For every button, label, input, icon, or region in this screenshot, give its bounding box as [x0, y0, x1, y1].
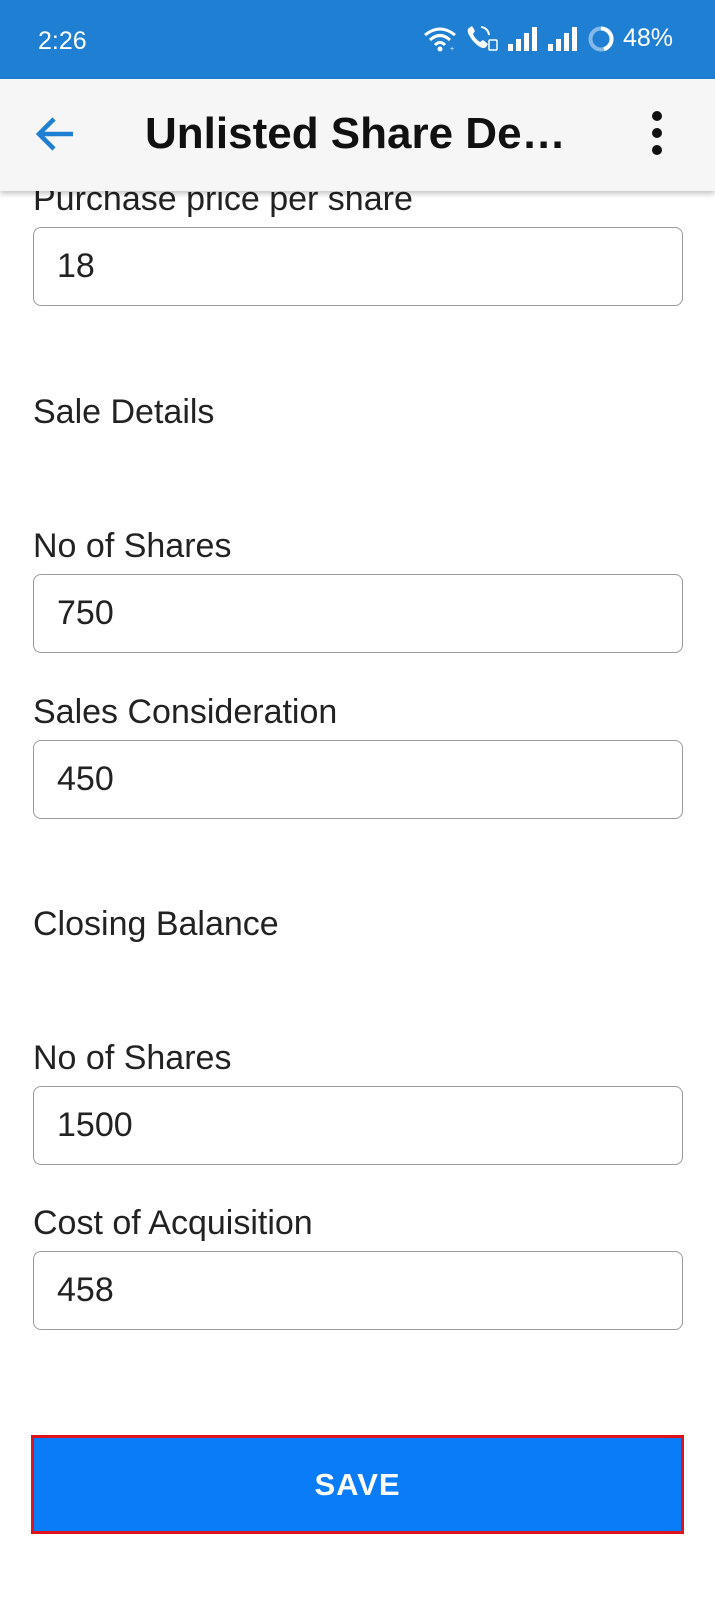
signal-bars-icon — [547, 26, 579, 52]
back-button[interactable] — [30, 111, 80, 161]
cost-of-acquisition-field[interactable] — [33, 1251, 683, 1330]
page-title: Unlisted Share Details — [145, 109, 575, 158]
wifi-icon: + — [423, 26, 457, 52]
battery-ring-icon — [587, 25, 615, 53]
closing-shares-field[interactable] — [33, 1086, 683, 1165]
cost-of-acquisition-label: Cost of Acquisition — [33, 1204, 313, 1242]
more-vertical-icon — [651, 110, 663, 160]
closing-balance-heading: Closing Balance — [33, 905, 279, 943]
save-button[interactable]: SAVE — [31, 1435, 684, 1534]
status-icons: + 48% — [423, 24, 673, 53]
signal-bars-icon — [507, 26, 539, 52]
sale-shares-label: No of Shares — [33, 527, 232, 565]
wifi-calling-icon — [465, 25, 499, 53]
purchase-price-field[interactable] — [33, 227, 683, 306]
form-content[interactable]: Purchase price per share Sale Details No… — [0, 191, 715, 1600]
overflow-menu-button[interactable] — [637, 109, 677, 161]
status-bar: 2:26 + 48% — [0, 0, 715, 79]
sale-details-heading: Sale Details — [33, 393, 215, 431]
svg-text:+: + — [450, 46, 454, 52]
app-bar: Unlisted Share Details — [0, 79, 715, 191]
sale-shares-field[interactable] — [33, 574, 683, 653]
purchase-price-label: Purchase price per share — [33, 191, 413, 218]
arrow-left-icon — [35, 116, 75, 157]
closing-shares-label: No of Shares — [33, 1039, 232, 1077]
status-time: 2:26 — [38, 27, 87, 55]
battery-percent: 48% — [622, 24, 673, 52]
sales-consideration-label: Sales Consideration — [33, 693, 338, 731]
sales-consideration-field[interactable] — [33, 740, 683, 819]
